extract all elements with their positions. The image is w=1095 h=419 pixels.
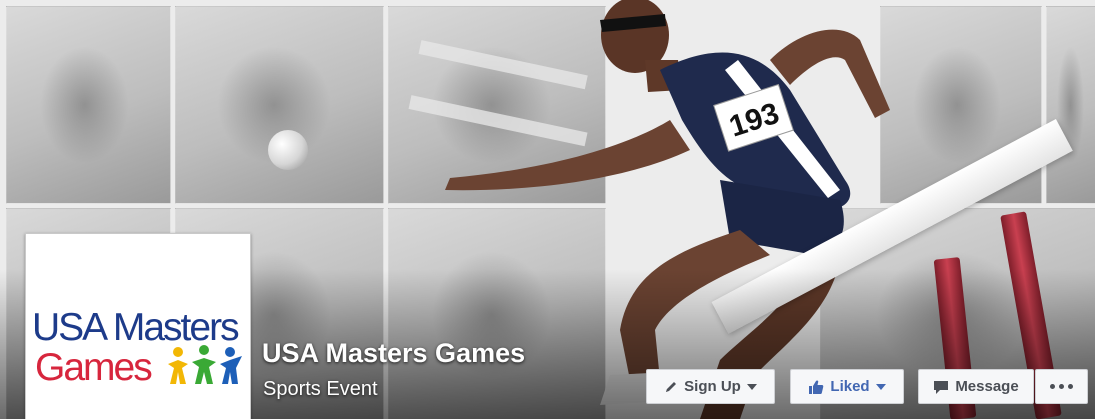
more-options-button[interactable]: [1035, 369, 1088, 404]
thumbs-up-icon: [808, 379, 824, 395]
chat-bubble-icon: [933, 379, 949, 395]
pencil-icon: [664, 380, 678, 394]
page-category[interactable]: Sports Event: [263, 378, 378, 401]
profile-picture[interactable]: USA Masters Games: [25, 233, 251, 419]
chevron-down-icon: [875, 383, 886, 390]
cover-photo[interactable]: 193 USA Masters Games USA Masters Games …: [0, 0, 1095, 419]
cover-tile-golf: [6, 6, 171, 204]
chevron-down-icon: [746, 383, 757, 390]
ellipsis-icon: [1050, 384, 1073, 389]
message-button[interactable]: Message: [918, 369, 1034, 404]
message-label: Message: [955, 378, 1019, 395]
sign-up-button[interactable]: Sign Up: [646, 369, 775, 404]
cover-tile-edge: [1046, 6, 1095, 204]
page-title[interactable]: USA Masters Games: [262, 338, 525, 369]
cover-tile-soccer: [175, 6, 384, 204]
logo-text-games: Games: [35, 346, 153, 389]
liked-label: Liked: [830, 378, 870, 395]
sign-up-label: Sign Up: [684, 378, 741, 395]
logo-figures-icon: [168, 345, 242, 384]
soccer-ball-image: [268, 130, 308, 170]
liked-button[interactable]: Liked: [790, 369, 904, 404]
